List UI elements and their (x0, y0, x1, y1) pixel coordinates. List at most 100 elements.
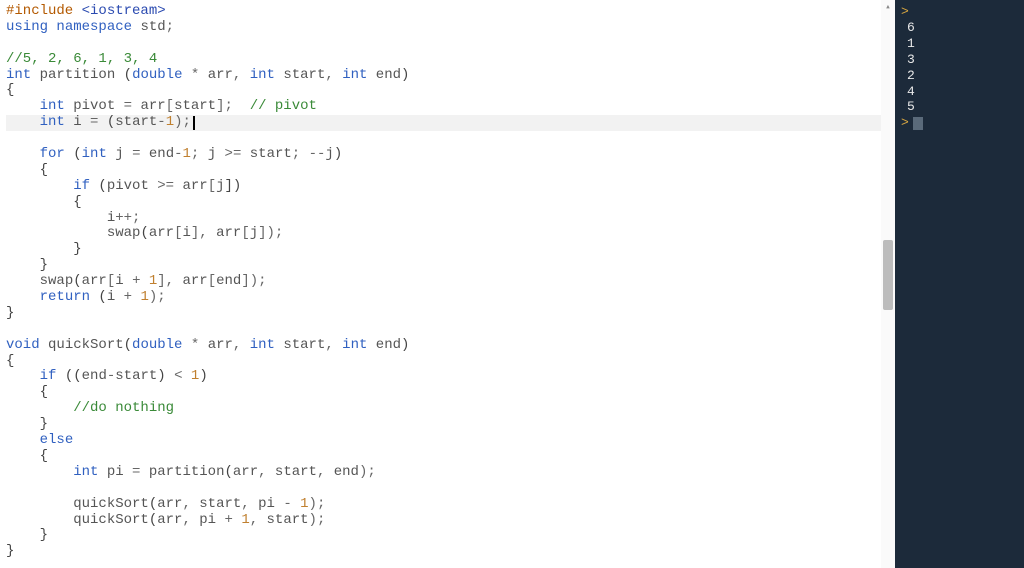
code-token: ); (149, 289, 166, 305)
code-line[interactable]: swap(arr[i + 1], arr[end]); (6, 274, 889, 290)
code-token: j (325, 146, 333, 162)
code-line[interactable]: int pivot = arr[start]; // pivot (6, 99, 889, 115)
code-token: <iostream> (82, 3, 166, 19)
code-token: ; (166, 19, 174, 35)
code-token: - (157, 114, 165, 130)
code-token: end (149, 146, 174, 162)
code-token: , (182, 496, 199, 512)
code-token: { (6, 353, 14, 369)
code-token: , (317, 464, 334, 480)
code-token: i (182, 225, 190, 241)
code-line[interactable]: { (6, 354, 889, 370)
code-token (31, 67, 39, 83)
code-line[interactable]: return (i + 1); (6, 290, 889, 306)
code-token: } (6, 241, 82, 257)
code-token (6, 464, 73, 480)
code-token: , (233, 337, 250, 353)
code-token: arr (149, 225, 174, 241)
code-token: int (40, 114, 65, 130)
code-token: start (275, 464, 317, 480)
code-line[interactable]: if ((end-start) < 1) (6, 369, 889, 385)
code-line[interactable]: } (6, 306, 889, 322)
code-token (40, 337, 48, 353)
code-token: arr (208, 337, 233, 353)
code-token: // pivot (250, 98, 317, 114)
code-token: quickSort (73, 496, 149, 512)
code-line[interactable]: } (6, 242, 889, 258)
code-token: swap (40, 273, 74, 289)
code-line[interactable]: int pi = partition(arr, start, end); (6, 465, 889, 481)
code-line[interactable]: quickSort(arr, pi + 1, start); (6, 513, 889, 529)
code-token (6, 321, 14, 337)
terminal-output-value: 5 (907, 99, 915, 114)
code-line[interactable]: using namespace std; (6, 20, 889, 36)
code-line[interactable]: int i = (start-1); (6, 115, 889, 131)
code-line[interactable] (6, 322, 889, 338)
code-token (73, 3, 81, 19)
code-line[interactable]: //do nothing (6, 401, 889, 417)
code-line[interactable]: { (6, 449, 889, 465)
code-token: ; (292, 146, 309, 162)
code-token: end (334, 464, 359, 480)
code-token: ( (140, 225, 148, 241)
code-token: ( (124, 337, 132, 353)
code-line[interactable]: swap(arr[i], arr[j]); (6, 226, 889, 242)
code-token: + (225, 512, 242, 528)
code-token: ) (199, 368, 207, 384)
code-token (6, 368, 40, 384)
code-line[interactable]: if (pivot >= arr[j]) (6, 179, 889, 195)
code-line[interactable]: else (6, 433, 889, 449)
code-line[interactable]: { (6, 195, 889, 211)
code-token: ( (149, 512, 157, 528)
code-line[interactable]: quickSort(arr, start, pi - 1); (6, 497, 889, 513)
code-line[interactable]: #include <iostream> (6, 4, 889, 20)
code-line[interactable]: } (6, 258, 889, 274)
code-line[interactable]: int partition (double * arr, int start, … (6, 68, 889, 84)
code-editor-pane[interactable]: #include <iostream>using namespace std; … (0, 0, 895, 568)
terminal-line: 6 (901, 20, 1018, 36)
code-line[interactable]: } (6, 528, 889, 544)
vertical-scrollbar[interactable]: ▴ (881, 0, 895, 568)
code-token (6, 400, 73, 416)
code-token: , (250, 512, 267, 528)
code-token: 1 (183, 146, 191, 162)
code-line[interactable] (6, 481, 889, 497)
terminal-output-pane[interactable]: >613245> (895, 0, 1024, 568)
code-line[interactable]: void quickSort(double * arr, int start, … (6, 338, 889, 354)
code-token: //do nothing (73, 400, 174, 416)
code-token: } (6, 305, 14, 321)
code-line[interactable]: for (int j = end-1; j >= start; --j) (6, 147, 889, 163)
code-line[interactable] (6, 131, 889, 147)
code-token: end (216, 273, 241, 289)
code-token: arr (182, 178, 207, 194)
code-line[interactable] (6, 36, 889, 52)
code-line[interactable]: { (6, 163, 889, 179)
code-token: int (82, 146, 107, 162)
code-token: j (216, 178, 224, 194)
code-token: arr (157, 512, 182, 528)
code-token: = (124, 98, 141, 114)
code-token: double (132, 337, 182, 353)
code-token: ]; (216, 98, 250, 114)
code-token: start (275, 337, 325, 353)
code-line[interactable]: //5, 2, 6, 1, 3, 4 (6, 52, 889, 68)
code-token: start (115, 368, 157, 384)
terminal-line: 3 (901, 52, 1018, 68)
code-token: { (6, 194, 82, 210)
scrollbar-thumb[interactable] (883, 240, 893, 310)
scroll-up-arrow-icon[interactable]: ▴ (881, 0, 895, 14)
code-editor-text-area[interactable]: #include <iostream>using namespace std; … (0, 0, 895, 568)
code-token: , (258, 464, 275, 480)
code-token: * (182, 67, 207, 83)
code-line[interactable]: } (6, 544, 889, 560)
code-token: end (82, 368, 107, 384)
code-token: , (241, 496, 258, 512)
code-line[interactable]: } (6, 417, 889, 433)
code-token: swap (107, 225, 141, 241)
terminal-line: 2 (901, 68, 1018, 84)
code-token: ( (90, 178, 107, 194)
code-line[interactable]: { (6, 83, 889, 99)
code-line[interactable]: { (6, 385, 889, 401)
code-line[interactable]: i++; (6, 211, 889, 227)
code-token: i (107, 210, 115, 226)
